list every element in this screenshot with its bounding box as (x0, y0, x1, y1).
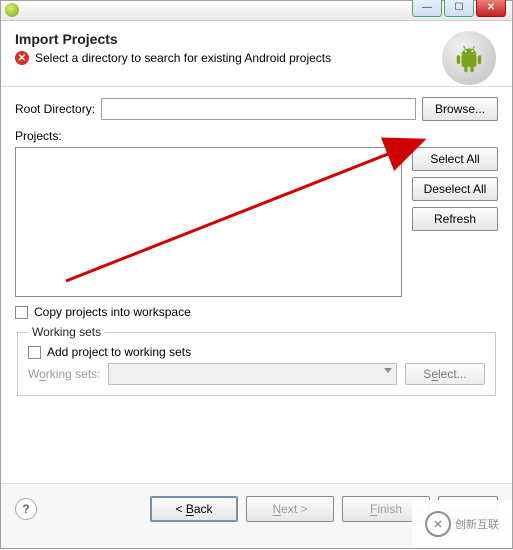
working-sets-combo-label: Working sets: (28, 367, 100, 381)
app-icon (5, 3, 19, 17)
add-to-working-sets-checkbox[interactable] (28, 346, 41, 359)
maximize-button[interactable]: ☐ (444, 0, 474, 17)
working-sets-group: Working sets Add project to working sets… (17, 325, 496, 396)
root-directory-input[interactable] (101, 98, 416, 120)
browse-button[interactable]: Browse... (422, 97, 498, 121)
android-icon (442, 31, 496, 85)
refresh-button[interactable]: Refresh (412, 207, 498, 231)
copy-projects-row: Copy projects into workspace (15, 305, 498, 319)
projects-side-buttons: Select All Deselect All Refresh (412, 147, 498, 231)
root-directory-label: Root Directory: (15, 102, 95, 116)
projects-area: Select All Deselect All Refresh (15, 147, 498, 297)
help-icon[interactable]: ? (15, 498, 37, 520)
next-button: Next > (246, 496, 334, 522)
projects-label: Projects: (15, 129, 498, 143)
deselect-all-button[interactable]: Deselect All (412, 177, 498, 201)
working-sets-combo (108, 363, 397, 385)
add-to-working-sets-label: Add project to working sets (47, 345, 191, 359)
copy-projects-checkbox[interactable] (15, 306, 28, 319)
close-button[interactable]: ✕ (476, 0, 506, 17)
minimize-button[interactable]: — (412, 0, 442, 17)
select-all-button[interactable]: Select All (412, 147, 498, 171)
chevron-down-icon (384, 368, 392, 373)
dialog-message: Select a directory to search for existin… (35, 51, 331, 65)
working-sets-select-button: Select... (405, 363, 485, 385)
root-directory-row: Root Directory: Browse... (15, 97, 498, 121)
watermark-logo-icon: ✕ (425, 511, 451, 537)
dialog-content: Root Directory: Browse... Projects: Sele… (1, 87, 512, 396)
dialog-title: Import Projects (15, 31, 422, 47)
watermark: ✕ 创新互联 (412, 500, 512, 548)
projects-listbox[interactable] (15, 147, 402, 297)
working-sets-legend: Working sets (28, 325, 105, 339)
back-button[interactable]: < Back (150, 496, 238, 522)
copy-projects-label: Copy projects into workspace (34, 305, 191, 319)
dialog-header: Import Projects ✕ Select a directory to … (1, 21, 512, 87)
watermark-text: 创新互联 (455, 516, 499, 532)
window-buttons: — ☐ ✕ (412, 0, 506, 17)
error-icon: ✕ (15, 51, 29, 65)
titlebar: — ☐ ✕ (1, 1, 512, 21)
import-projects-dialog: — ☐ ✕ Import Projects ✕ Select a directo… (0, 0, 513, 549)
